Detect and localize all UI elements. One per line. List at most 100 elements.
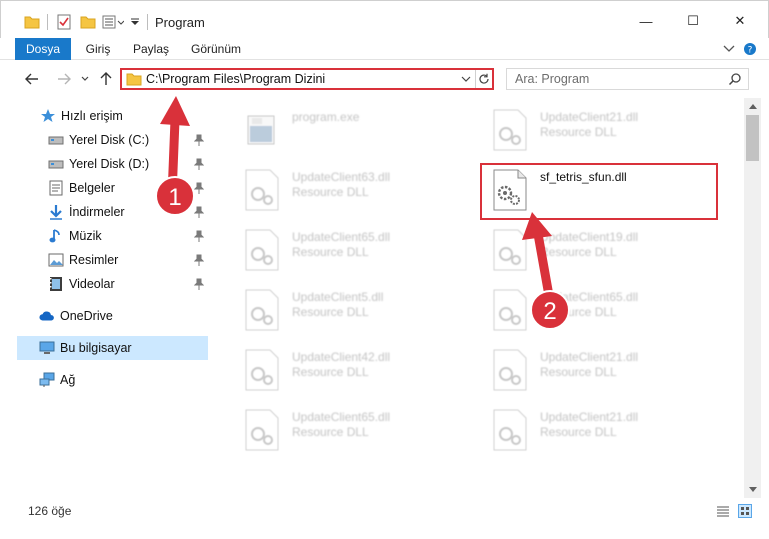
file-item[interactable]: UpdateClient65.dll Resource DLL (232, 398, 462, 454)
download-icon (48, 204, 64, 220)
computer-icon (39, 340, 55, 356)
file-item[interactable]: UpdateClient21.dll Resource DLL (480, 98, 710, 154)
sidebar-item-videos[interactable]: Videolar (0, 272, 208, 296)
sidebar-item-network[interactable]: Ağ (0, 368, 208, 392)
file-name: UpdateClient65.dll (540, 290, 639, 304)
tab-view[interactable]: Görünüm (186, 38, 246, 60)
tab-share[interactable]: Paylaş (128, 38, 174, 60)
file-highlight-box (480, 163, 718, 220)
details-view-icon[interactable] (716, 504, 730, 518)
dll-file-icon (493, 229, 527, 271)
file-item[interactable]: UpdateClient65.dll Resource DLL (232, 218, 462, 274)
svg-text:?: ? (748, 46, 753, 56)
pin-icon (194, 278, 204, 290)
file-item[interactable]: program.exe (232, 98, 462, 154)
music-icon (48, 228, 64, 244)
file-item[interactable]: UpdateClient5.dll Resource DLL (232, 278, 462, 334)
refresh-button[interactable] (475, 70, 492, 88)
sidebar-item-pictures[interactable]: Resimler (0, 248, 208, 272)
folder-icon (23, 13, 41, 31)
file-item[interactable]: UpdateClient21.dll Resource DLL (480, 398, 710, 454)
file-type: Resource DLL (540, 305, 617, 319)
back-button[interactable] (22, 69, 42, 89)
chevron-down-icon (461, 76, 471, 82)
forward-button[interactable] (54, 69, 74, 89)
customize-quick-access-icon[interactable] (101, 13, 125, 31)
address-dropdown-button[interactable] (459, 71, 473, 87)
sidebar-item-onedrive[interactable]: OneDrive (0, 304, 208, 328)
new-folder-icon[interactable] (79, 13, 97, 31)
refresh-icon (479, 73, 489, 84)
close-button[interactable]: ✕ (725, 9, 755, 33)
maximize-button[interactable]: ☐ (678, 9, 708, 33)
file-type: Resource DLL (540, 365, 617, 379)
tiles-view-icon[interactable] (738, 504, 752, 518)
sidebar-item-documents[interactable]: Belgeler (0, 176, 208, 200)
dll-file-icon (245, 169, 279, 211)
dropdown-arrow-icon[interactable] (129, 13, 141, 31)
file-name: UpdateClient21.dll (540, 410, 639, 424)
item-count: 126 öğe (28, 504, 72, 518)
file-name: UpdateClient19.dll (540, 230, 639, 244)
file-item[interactable]: UpdateClient21.dll Resource DLL (480, 338, 710, 394)
file-name: UpdateClient21.dll (540, 110, 639, 124)
sidebar-item-label: Yerel Disk (D:) (69, 157, 150, 171)
sidebar-item-label: OneDrive (60, 309, 113, 323)
scroll-up-button[interactable] (744, 98, 761, 115)
tab-home[interactable]: Giriş (78, 38, 118, 60)
sidebar-item-label: Ağ (60, 373, 76, 387)
file-type: Resource DLL (292, 245, 369, 259)
help-icon[interactable]: ? (742, 41, 758, 57)
dll-file-icon (245, 349, 279, 391)
back-arrow-icon (25, 73, 38, 85)
ribbon-tabs: Dosya Giriş Paylaş Görünüm ? (0, 38, 769, 60)
vertical-scrollbar[interactable] (744, 98, 761, 498)
pin-icon (194, 134, 204, 146)
file-item[interactable]: UpdateClient63.dll Resource DLL (232, 158, 462, 214)
recent-locations-button[interactable] (78, 69, 92, 89)
maximize-icon: ☐ (687, 13, 699, 28)
file-type: Resource DLL (292, 365, 369, 379)
minimize-icon: — (639, 13, 653, 29)
file-item[interactable]: UpdateClient42.dll Resource DLL (232, 338, 462, 394)
file-name: UpdateClient65.dll (292, 410, 391, 424)
expand-ribbon-icon[interactable] (721, 41, 737, 57)
sidebar-item-label: Belgeler (69, 181, 115, 195)
title-separator (147, 14, 148, 30)
cloud-icon (39, 308, 55, 324)
properties-icon[interactable] (55, 13, 73, 31)
window-title: Program (155, 15, 205, 30)
sidebar-item-music[interactable]: Müzik (0, 224, 208, 248)
search-input[interactable]: Ara: Program (506, 68, 749, 90)
address-path: C:\Program Files\Program Dizini (146, 72, 326, 86)
dll-file-icon (245, 289, 279, 331)
file-item[interactable]: UpdateClient19.dll Resource DLL (480, 218, 710, 274)
tab-file[interactable]: Dosya (15, 38, 71, 60)
dll-file-icon (493, 289, 527, 331)
sidebar-item-label: Bu bilgisayar (60, 341, 132, 355)
sidebar-item-local-disk-c[interactable]: Yerel Disk (C:) (0, 128, 208, 152)
scroll-down-button[interactable] (744, 481, 761, 498)
sidebar-item-local-disk-d[interactable]: Yerel Disk (D:) (0, 152, 208, 176)
scroll-down-icon (748, 487, 757, 492)
sidebar-item-label: Resimler (69, 253, 119, 267)
file-name: program.exe (292, 110, 360, 124)
dll-file-icon (493, 349, 527, 391)
minimize-button[interactable]: — (631, 9, 661, 33)
scroll-thumb[interactable] (746, 115, 759, 161)
pin-icon (194, 206, 204, 218)
file-item[interactable]: UpdateClient65.dll Resource DLL (480, 278, 710, 334)
sidebar-item-downloads[interactable]: İndirmeler (0, 200, 208, 224)
sidebar-item-label: İndirmeler (69, 205, 125, 219)
sidebar-item-label: Yerel Disk (C:) (69, 133, 150, 147)
address-bar[interactable]: C:\Program Files\Program Dizini (120, 68, 494, 90)
pictures-icon (48, 252, 64, 268)
file-name: UpdateClient21.dll (540, 350, 639, 364)
sidebar-item-this-pc[interactable]: Bu bilgisayar (17, 336, 208, 360)
up-button[interactable] (96, 69, 116, 89)
file-name: UpdateClient63.dll (292, 170, 391, 184)
sidebar-item-quick-access[interactable]: Hızlı erişim (0, 104, 208, 128)
forward-arrow-icon (58, 73, 71, 85)
drive-icon (48, 156, 64, 172)
exe-file-icon (247, 115, 275, 145)
